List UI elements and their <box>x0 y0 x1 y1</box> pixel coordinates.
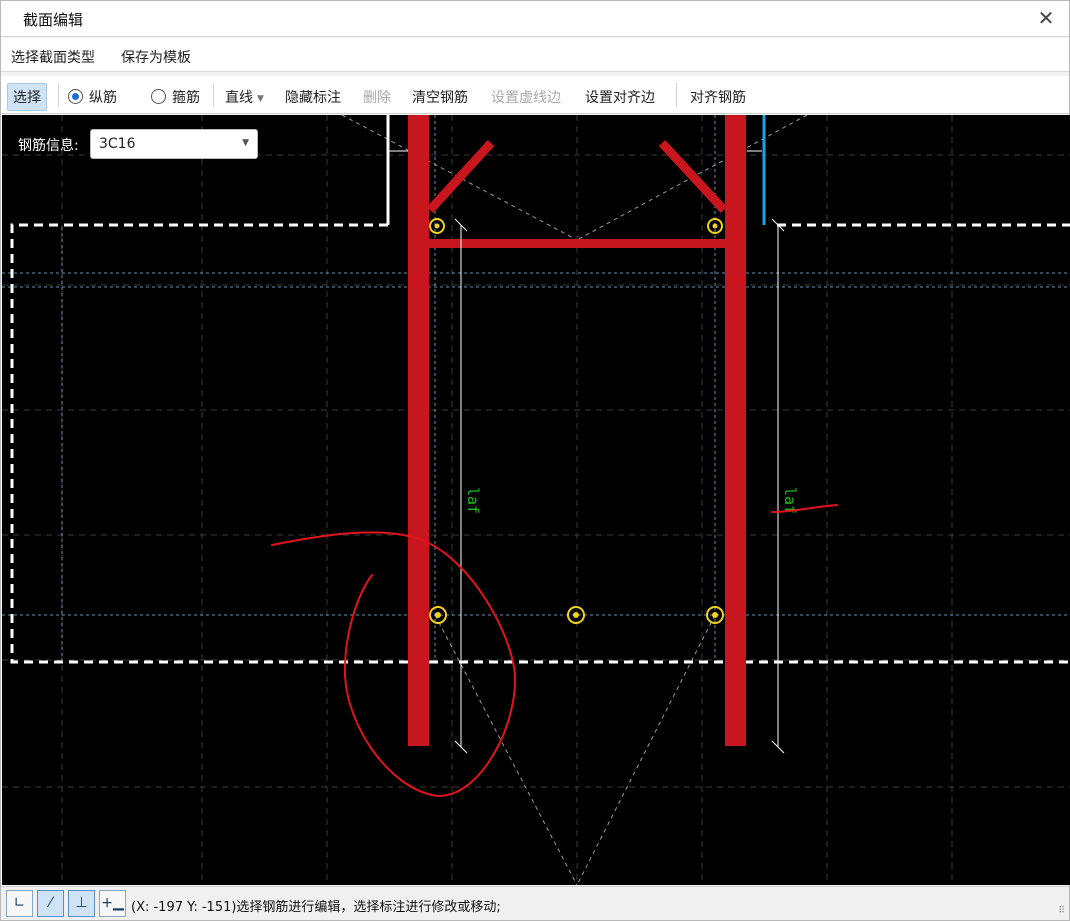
perpendicular-icon[interactable]: ⊥ <box>68 890 95 917</box>
stirrup-radio[interactable]: 箍筋 <box>151 87 200 107</box>
guide-lines <box>2 115 1070 660</box>
toolbar: 选择 纵筋 箍筋 直线 ▼ 隐藏标注 删除 清空钢筋 设置虚线边 设置对齐边 对齐… <box>1 76 1069 114</box>
align-rebar-button[interactable]: 对齐钢筋 <box>690 87 746 107</box>
toolbar-separator <box>213 83 214 107</box>
add-point-icon[interactable]: +▁ <box>99 890 126 917</box>
line-label: 直线 <box>225 90 253 106</box>
toolbar-separator <box>58 83 59 107</box>
drawing-canvas[interactable]: laf laf 钢筋信息: 3C16 ▼ <box>2 115 1070 885</box>
rebar-group[interactable] <box>408 115 746 746</box>
rebar-info-value: 3C16 <box>99 136 136 152</box>
line-snap-icon[interactable]: ⁄ <box>37 890 64 917</box>
menu-bar: 选择截面类型 保存为模板 <box>1 38 1069 72</box>
toolbar-separator <box>676 83 677 107</box>
rebar-info-label: 钢筋信息: <box>18 138 79 154</box>
title-bar: 截面编辑 ✕ <box>1 1 1069 37</box>
radio-checked-icon <box>68 89 83 104</box>
rebar-dot-centers <box>434 223 718 618</box>
window-title: 截面编辑 <box>23 11 84 29</box>
close-icon[interactable]: ✕ <box>1033 5 1059 31</box>
select-button[interactable]: 选择 <box>7 83 47 111</box>
chevron-down-icon: ▼ <box>242 138 249 148</box>
line-dropdown[interactable]: 直线 ▼ <box>225 87 264 107</box>
dimension-label-left[interactable]: laf <box>464 487 482 514</box>
orthogonal-icon[interactable]: ∟ <box>6 890 33 917</box>
section-drawing[interactable]: laf laf <box>2 115 1070 885</box>
hide-annotation-button[interactable]: 隐藏标注 <box>285 87 341 107</box>
section-outline[interactable] <box>10 115 1070 664</box>
resize-grip-icon[interactable]: ⠿ <box>1058 906 1065 916</box>
hand-annotation <box>271 504 838 797</box>
radio-unchecked-icon <box>151 89 166 104</box>
rebar-dots[interactable] <box>429 218 724 624</box>
set-dashed-edge-button[interactable]: 设置虚线边 <box>491 87 561 107</box>
delete-button[interactable]: 删除 <box>363 87 391 107</box>
clear-rebar-button[interactable]: 清空钢筋 <box>412 87 468 107</box>
menu-select-section-type[interactable]: 选择截面类型 <box>11 47 95 67</box>
longitudinal-radio[interactable]: 纵筋 <box>68 87 117 107</box>
grid-lines <box>2 115 1070 885</box>
status-bar: ∟ ⁄ ⊥ +▁ (X: -197 Y: -151)选择钢筋进行编辑，选择标注进… <box>1 886 1069 920</box>
caret-down-icon: ▼ <box>257 94 264 104</box>
rebar-info-select[interactable]: 3C16 ▼ <box>90 129 258 159</box>
section-editor-window: 截面编辑 ✕ 选择截面类型 保存为模板 选择 纵筋 箍筋 直线 ▼ 隐藏标注 删除… <box>0 0 1070 921</box>
stirrup-label: 箍筋 <box>172 90 200 106</box>
menu-save-template[interactable]: 保存为模板 <box>121 47 191 67</box>
longitudinal-label: 纵筋 <box>89 90 117 106</box>
status-text: (X: -197 Y: -151)选择钢筋进行编辑，选择标注进行修改或移动; <box>131 900 501 915</box>
set-align-edge-button[interactable]: 设置对齐边 <box>585 87 655 107</box>
